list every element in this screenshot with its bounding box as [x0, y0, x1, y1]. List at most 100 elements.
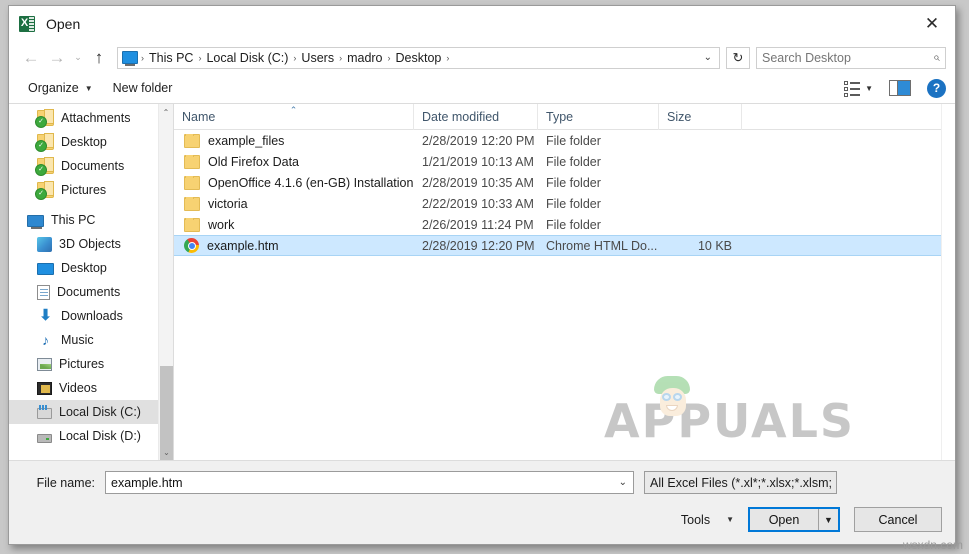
file-type-filter-select[interactable]: All Excel Files (*.xl*;*.xlsx;*.xlsm; ⌄ [644, 471, 837, 494]
sidebar-item-local-disk-d[interactable]: Local Disk (D:) [9, 424, 173, 448]
sidebar-item-music[interactable]: ♪ Music [9, 328, 173, 352]
tools-label: Tools [680, 512, 711, 527]
sidebar-item-label: Music [61, 333, 94, 347]
folder-sync-icon [35, 181, 54, 200]
sidebar-item-local-disk-c[interactable]: Local Disk (C:) [9, 400, 173, 424]
command-bar: Organize ▼ New folder ▼ ? [9, 73, 955, 104]
disk-c-icon [37, 404, 52, 419]
videos-icon [37, 382, 52, 395]
up-icon[interactable]: ↑ [86, 45, 112, 71]
filename-dropdown-icon[interactable]: ⌄ [613, 477, 633, 488]
refresh-icon[interactable]: ↻ [726, 46, 750, 69]
table-row[interactable]: victoria 2/22/2019 10:33 AM File folder [174, 193, 955, 214]
sidebar-item-label: Local Disk (D:) [59, 429, 141, 443]
organize-button[interactable]: Organize ▼ [18, 81, 103, 95]
sidebar-item-documents-onedrive[interactable]: Documents [9, 154, 173, 178]
table-row[interactable]: example_files 2/28/2019 12:20 PM File fo… [174, 130, 955, 151]
history-dropdown-icon[interactable]: ⌄ [70, 45, 86, 71]
sidebar-scrollbar[interactable]: ⌃ ⌄ [158, 104, 173, 460]
sidebar-item-attachments[interactable]: Attachments [9, 106, 173, 130]
open-dropdown-icon[interactable]: ▼ [818, 509, 838, 530]
folder-sync-icon [35, 109, 54, 128]
sidebar-item-videos[interactable]: Videos [9, 376, 173, 400]
file-type: File folder [546, 217, 601, 232]
column-header-type[interactable]: Type [538, 104, 659, 130]
filename-input[interactable]: example.htm ⌄ [105, 471, 634, 494]
back-icon[interactable]: ← [18, 45, 44, 71]
open-button[interactable]: Open ▼ [748, 507, 840, 532]
sidebar-item-label: Local Disk (C:) [59, 405, 141, 419]
sidebar-item-documents[interactable]: Documents [9, 280, 173, 304]
close-icon[interactable]: ✕ [909, 6, 955, 42]
table-row[interactable]: OpenOffice 4.1.6 (en-GB) Installation Fi… [174, 172, 955, 193]
column-label: Size [667, 109, 692, 124]
breadcrumb-desktop[interactable]: Desktop [392, 51, 446, 65]
preview-pane-icon[interactable] [889, 80, 911, 96]
new-folder-button[interactable]: New folder [103, 81, 183, 95]
sidebar-item-label: Desktop [61, 261, 107, 275]
file-name: work [208, 217, 235, 232]
sidebar-item-label: 3D Objects [59, 237, 121, 251]
sidebar-item-desktop-onedrive[interactable]: Desktop [9, 130, 173, 154]
file-date: 1/21/2019 10:13 AM [422, 154, 534, 169]
column-header-size[interactable]: Size [659, 104, 742, 130]
filename-value: example.htm [111, 475, 183, 490]
file-name: Old Firefox Data [208, 154, 300, 169]
sidebar-item-label: Downloads [61, 309, 123, 323]
breadcrumb-local-disk-c[interactable]: Local Disk (C:) [202, 51, 292, 65]
sidebar-item-this-pc[interactable]: This PC [9, 208, 173, 232]
breadcrumb-separator: › [446, 52, 450, 63]
dialog-body: Attachments Desktop Documents Pictures [9, 104, 955, 460]
sidebar-item-3d-objects[interactable]: 3D Objects [9, 232, 173, 256]
new-folder-label: New folder [112, 81, 173, 95]
breadcrumb-madro[interactable]: madro [343, 51, 386, 65]
view-options-icon[interactable] [843, 78, 863, 98]
table-row-selected[interactable]: example.htm 2/28/2019 12:20 PM Chrome HT… [174, 235, 955, 256]
appuals-watermark: APPUALS [604, 376, 856, 448]
this-pc-icon [122, 51, 138, 66]
breadcrumb-users[interactable]: Users [297, 51, 338, 65]
file-size: 10 KB [697, 238, 732, 253]
chevron-down-icon[interactable]: ⌄ [832, 477, 836, 488]
file-type: File folder [546, 133, 601, 148]
table-row[interactable]: Old Firefox Data 1/21/2019 10:13 AM File… [174, 151, 955, 172]
address-dropdown-icon[interactable]: ⌄ [697, 52, 719, 63]
breadcrumb-this-pc[interactable]: This PC [145, 51, 197, 65]
search-input[interactable]: Search Desktop ⌕ [756, 46, 946, 69]
scroll-up-icon[interactable]: ⌃ [159, 104, 173, 120]
file-name: example.htm [207, 238, 279, 253]
sidebar-item-pictures[interactable]: Pictures [9, 352, 173, 376]
scroll-down-icon[interactable]: ⌄ [159, 444, 173, 460]
sidebar-item-desktop[interactable]: Desktop [9, 256, 173, 280]
address-bar[interactable]: › This PC › Local Disk (C:) › Users › ma… [117, 46, 720, 69]
cancel-button[interactable]: Cancel [854, 507, 942, 532]
search-icon: ⌕ [933, 50, 940, 64]
chevron-down-icon: ▼ [84, 83, 93, 93]
help-icon[interactable]: ? [927, 78, 946, 98]
folder-icon [184, 217, 200, 232]
source-watermark: wsxdn.com [902, 538, 963, 552]
forward-icon[interactable]: → [44, 45, 70, 71]
folder-icon [184, 196, 200, 211]
disk-d-icon [37, 433, 52, 443]
folder-icon [184, 133, 200, 148]
window-title: Open [46, 16, 81, 32]
sidebar-item-downloads[interactable]: ⬇ Downloads [9, 304, 173, 328]
column-header-date-modified[interactable]: Date modified [414, 104, 538, 130]
open-file-dialog: X Open ✕ ← → ⌄ ↑ › This PC › Local Disk … [8, 5, 956, 545]
file-date: 2/28/2019 10:35 AM [422, 175, 534, 190]
view-dropdown-icon[interactable]: ▼ [865, 84, 873, 93]
cancel-label: Cancel [878, 512, 918, 527]
navigation-bar: ← → ⌄ ↑ › This PC › Local Disk (C:) › Us… [9, 42, 955, 73]
file-name: example_files [208, 133, 285, 148]
table-row[interactable]: work 2/26/2019 11:24 PM File folder [174, 214, 955, 235]
column-header-name[interactable]: ⌃ Name [174, 104, 414, 130]
column-label: Type [546, 109, 574, 124]
watermark-text: APPUALS [604, 394, 856, 448]
sidebar-item-partial[interactable] [9, 448, 173, 460]
tools-button[interactable]: Tools ▼ [681, 513, 734, 527]
file-type: File folder [546, 154, 601, 169]
sidebar-item-pictures-onedrive[interactable]: Pictures [9, 178, 173, 202]
chevron-down-icon: ▼ [726, 515, 734, 524]
file-list-scrollbar[interactable] [941, 104, 955, 460]
